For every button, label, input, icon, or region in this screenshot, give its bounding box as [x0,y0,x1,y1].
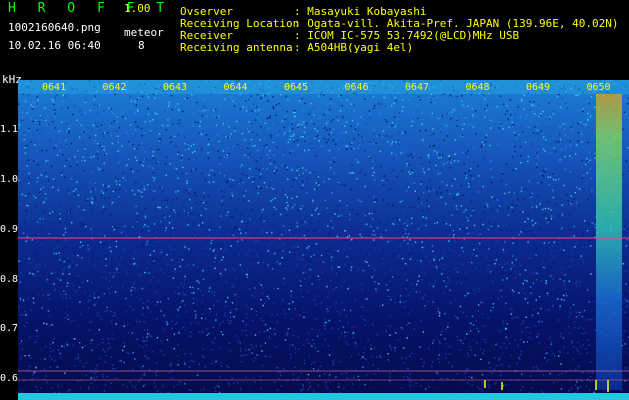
app-version: 1.00 [124,2,151,15]
x-tick-label: 0642 [103,82,127,93]
x-tick-label: 0649 [526,82,550,93]
y-tick-label: 0.6 [0,373,19,384]
datetime: 10.02.16 06:40 [8,39,101,52]
antenna-label: Receiving antenna [180,41,293,54]
y-tick-label: 0.7 [0,323,19,334]
x-tick-label: 0647 [405,82,429,93]
y-tick-label: 1.1 [0,124,19,135]
filename: 1002160640.png [8,21,101,34]
x-tick-label: 0646 [345,82,369,93]
x-tick-label: 0641 [42,82,66,93]
meteor-count: 8 [138,39,145,52]
spectrogram-svg: 0641 0642 0643 0644 0645 0646 0647 0648 0649 0650 [18,80,629,400]
y-tick-label: 1.0 [0,174,19,185]
antenna-value: : A504HB(yagi 4el) [294,41,414,54]
x-tick-label: 0644 [224,82,248,93]
y-tick-label: 0.8 [0,274,19,285]
header-panel: H R O F F T 1.00 1002160640.png meteor 1… [0,0,629,86]
spectrogram-plot: 0641 0642 0643 0644 0645 0646 0647 0648 0649 0650 [18,80,629,400]
x-tick-label: 0650 [587,82,611,93]
x-tick-label: 0645 [284,82,308,93]
meteor-label: meteor [124,26,164,39]
x-tick-label: 0648 [466,82,490,93]
y-tick-label: 0.9 [0,224,19,235]
x-tick-label: 0643 [163,82,187,93]
